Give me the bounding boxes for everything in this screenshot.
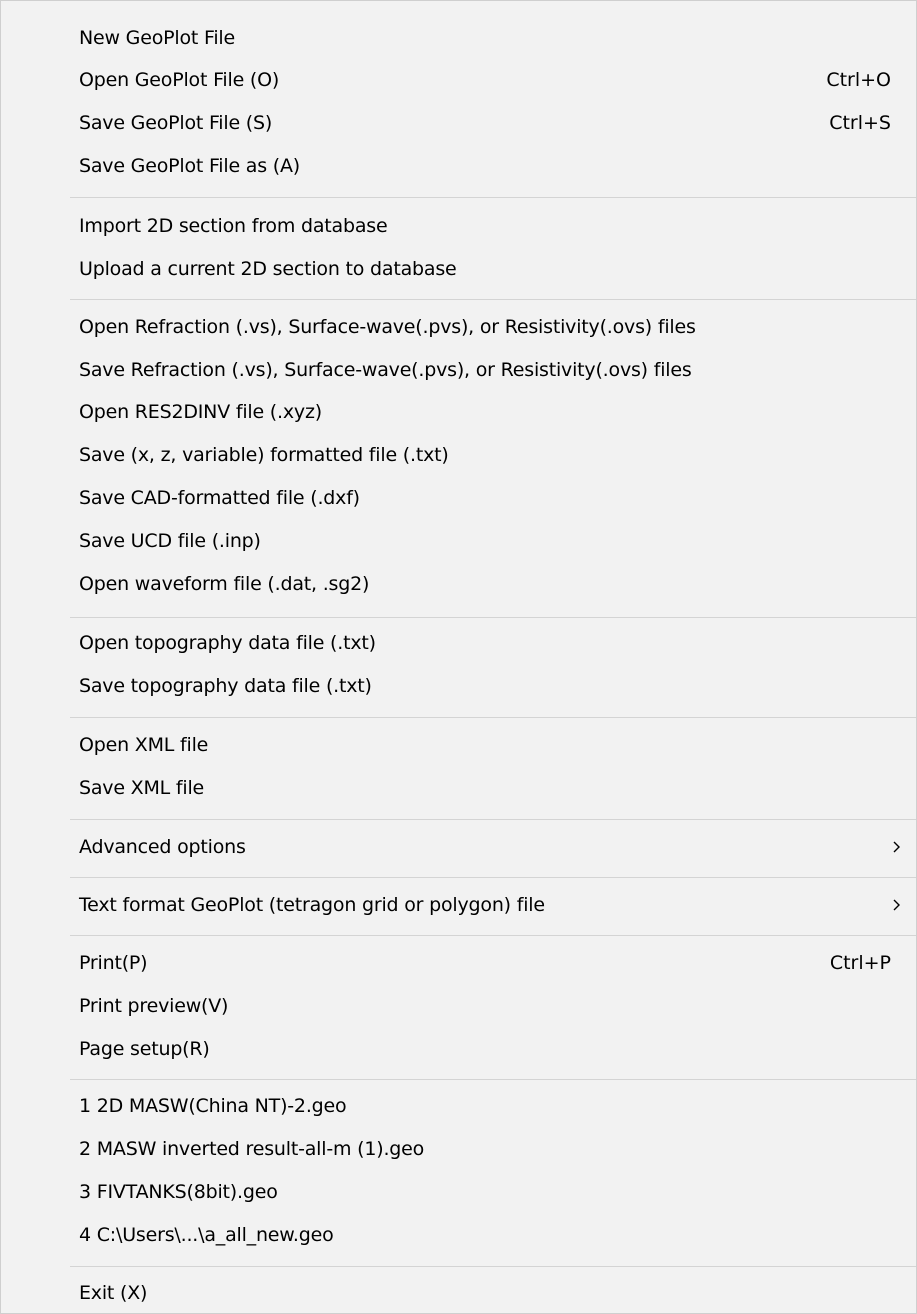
menu-item-shortcut: Ctrl+S [829, 112, 891, 134]
menu-item-label: Open Refraction (.vs), Surface-wave(.pvs… [79, 316, 696, 338]
menu-item-label: Text format GeoPlot (tetragon grid or po… [79, 894, 545, 916]
menu-item-recent-file-1[interactable]: 1 2D MASW(China NT)-2.geo [1, 1085, 916, 1127]
menu-item-page-setup[interactable]: Page setup(R) [1, 1028, 916, 1070]
menu-item-shortcut: Ctrl+P [829, 952, 891, 974]
menu-item-save-ucd-file[interactable]: Save UCD file (.inp) [1, 520, 916, 562]
menu-item-open-xml-file[interactable]: Open XML file [1, 724, 916, 766]
menu-item-save-cad-file[interactable]: Save CAD-formatted file (.dxf) [1, 477, 916, 519]
menu-separator [70, 1079, 916, 1080]
menu-item-import-2d-section[interactable]: Import 2D section from database [1, 205, 916, 247]
menu-item-open-topography-file[interactable]: Open topography data file (.txt) [1, 622, 916, 664]
menu-item-label: Save XML file [79, 777, 205, 799]
menu-item-save-geoplot-file[interactable]: Save GeoPlot File (S) Ctrl+S [1, 102, 916, 144]
menu-item-label: Open topography data file (.txt) [79, 632, 376, 654]
menu-item-upload-2d-section[interactable]: Upload a current 2D section to database [1, 248, 916, 290]
chevron-right-icon [886, 826, 906, 868]
menu-item-label: Exit (X) [79, 1282, 148, 1304]
menu-item-label: Page setup(R) [79, 1038, 210, 1060]
menu-item-advanced-options[interactable]: Advanced options [1, 826, 916, 868]
menu-item-label: Save GeoPlot File (S) [79, 112, 273, 134]
menu-item-print[interactable]: Print(P) Ctrl+P [1, 942, 916, 984]
menu-item-open-geoplot-file[interactable]: Open GeoPlot File (O) Ctrl+O [1, 59, 916, 101]
menu-item-recent-file-2[interactable]: 2 MASW inverted result-all-m (1).geo [1, 1128, 916, 1170]
menu-item-open-res2dinv-file[interactable]: Open RES2DINV file (.xyz) [1, 391, 916, 433]
menu-item-label: Save GeoPlot File as (A) [79, 155, 301, 177]
menu-item-label: Open XML file [79, 734, 209, 756]
menu-item-new-geoplot-file[interactable]: New GeoPlot File [1, 17, 916, 59]
menu-item-label: Save topography data file (.txt) [79, 675, 372, 697]
menu-item-save-xml-file[interactable]: Save XML file [1, 767, 916, 809]
menu-item-recent-file-4[interactable]: 4 C:\Users\...\a_all_new.geo [1, 1214, 916, 1256]
menu-item-label: Print preview(V) [79, 995, 229, 1017]
menu-separator [70, 617, 916, 618]
menu-item-save-geoplot-file-as[interactable]: Save GeoPlot File as (A) [1, 145, 916, 187]
menu-separator [70, 299, 916, 300]
menu-item-label: Upload a current 2D section to database [79, 258, 457, 280]
menu-item-label: Open waveform file (.dat, .sg2) [79, 573, 370, 595]
menu-item-save-refraction-files[interactable]: Save Refraction (.vs), Surface-wave(.pvs… [1, 349, 916, 391]
menu-item-label: Advanced options [79, 836, 246, 858]
menu-item-label: 2 MASW inverted result-all-m (1).geo [79, 1138, 425, 1160]
menu-separator [70, 717, 916, 718]
chevron-right-icon [886, 884, 906, 926]
menu-item-label: 4 C:\Users\...\a_all_new.geo [79, 1224, 334, 1246]
menu-item-label: Print(P) [79, 952, 148, 974]
menu-item-label: New GeoPlot File [79, 27, 235, 49]
file-menu: New GeoPlot File Open GeoPlot File (O) C… [0, 0, 917, 1314]
menu-item-text-format-geoplot[interactable]: Text format GeoPlot (tetragon grid or po… [1, 884, 916, 926]
menu-item-label: Open GeoPlot File (O) [79, 69, 280, 91]
menu-item-label: Import 2D section from database [79, 215, 388, 237]
menu-item-open-refraction-files[interactable]: Open Refraction (.vs), Surface-wave(.pvs… [1, 306, 916, 348]
menu-separator [70, 1266, 916, 1267]
menu-item-label: 1 2D MASW(China NT)-2.geo [79, 1095, 347, 1117]
menu-separator [70, 197, 916, 198]
menu-item-label: Save Refraction (.vs), Surface-wave(.pvs… [79, 359, 692, 381]
menu-item-label: Save CAD-formatted file (.dxf) [79, 487, 360, 509]
menu-separator [70, 877, 916, 878]
menu-item-label: Save (x, z, variable) formatted file (.t… [79, 444, 449, 466]
menu-item-open-waveform-file[interactable]: Open waveform file (.dat, .sg2) [1, 563, 916, 605]
menu-separator [70, 819, 916, 820]
menu-item-exit[interactable]: Exit (X) [1, 1272, 916, 1314]
menu-item-save-topography-file[interactable]: Save topography data file (.txt) [1, 665, 916, 707]
menu-item-label: 3 FIVTANKS(8bit).geo [79, 1181, 278, 1203]
menu-item-label: Open RES2DINV file (.xyz) [79, 401, 322, 423]
menu-item-print-preview[interactable]: Print preview(V) [1, 985, 916, 1027]
menu-separator [70, 935, 916, 936]
menu-item-label: Save UCD file (.inp) [79, 530, 261, 552]
menu-item-save-xz-variable-file[interactable]: Save (x, z, variable) formatted file (.t… [1, 434, 916, 476]
menu-item-shortcut: Ctrl+O [826, 69, 891, 91]
menu-item-recent-file-3[interactable]: 3 FIVTANKS(8bit).geo [1, 1171, 916, 1213]
